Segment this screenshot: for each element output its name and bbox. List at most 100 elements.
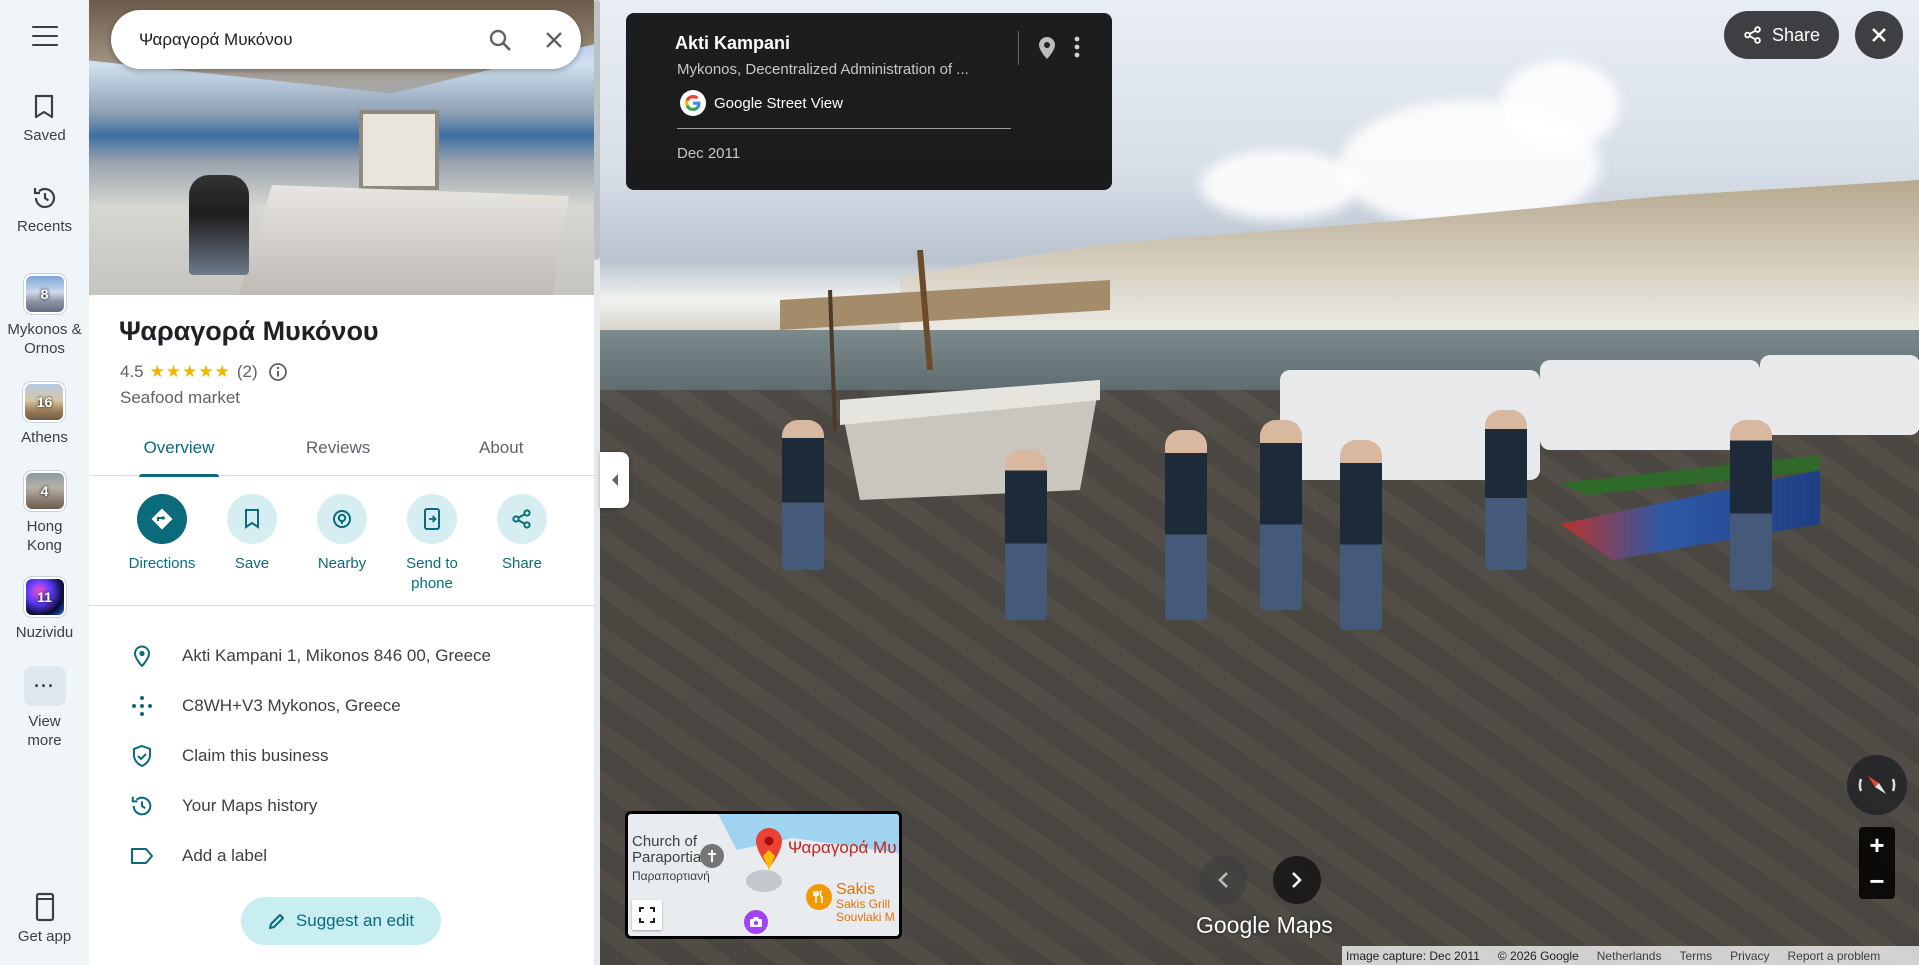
share-label: Share [501, 555, 543, 572]
plus-code-icon [89, 694, 179, 718]
add-label-row[interactable]: Add a label [89, 831, 595, 881]
send-to-phone-button[interactable]: Send to phone [387, 494, 477, 594]
star-rating: ★★★★★ [149, 362, 231, 381]
search-icon[interactable] [473, 13, 527, 67]
compass-icon[interactable] [1847, 755, 1907, 815]
suggest-edit-label: Suggest an edit [295, 911, 415, 930]
location-marker-icon [756, 828, 782, 870]
search-box[interactable]: Ψαραγορά Μυκόνου [111, 10, 581, 69]
directions-button[interactable]: Directions [117, 494, 207, 574]
image-capture-date: Image capture: Dec 2011 [1346, 948, 1480, 963]
place-label: Hong Kong [26, 518, 63, 554]
tab-reviews[interactable]: Reviews [306, 430, 370, 476]
report-problem-link[interactable]: Report a problem [1788, 949, 1881, 963]
close-icon[interactable] [527, 13, 581, 67]
share-icon [512, 509, 531, 529]
google-g-icon [680, 90, 706, 116]
rail-recents[interactable]: Recents [17, 185, 72, 236]
search-input[interactable]: Ψαραγορά Μυκόνου [139, 30, 473, 50]
share-label: Share [1771, 24, 1821, 45]
label-icon [89, 846, 179, 866]
privacy-link[interactable]: Privacy [1730, 949, 1769, 963]
street-view-share-button[interactable]: Share [1724, 11, 1839, 59]
zoom-in-button[interactable]: + [1859, 827, 1895, 863]
place-thumbnail: 16 [23, 382, 66, 422]
zoom-control: + − [1859, 827, 1895, 899]
rail-place-mykonos[interactable]: 8 Mykonos & Ornos [5, 274, 85, 358]
rail-place-nuzividu[interactable]: 11 Nuzividu [15, 577, 74, 642]
verified-shield-icon [89, 744, 179, 768]
rating-value: 4.5 [120, 362, 144, 381]
marker-shadow [746, 870, 782, 892]
add-label-text: Add a label [182, 846, 268, 865]
restaurant-icon[interactable] [806, 884, 832, 910]
maps-history-text: Your Maps history [182, 796, 318, 815]
place-title: Ψαραγορά Μυκόνου [119, 316, 379, 346]
history-icon [89, 794, 179, 818]
maps-history-row[interactable]: Your Maps history [89, 781, 595, 831]
minimap-place-label: Ψαραγορά Μυ [788, 838, 897, 857]
logo-google: Google [1196, 912, 1271, 938]
street-view-date: Dec 2011 [677, 145, 741, 162]
place-label: Mykonos & Ornos [7, 321, 82, 357]
church-icon[interactable] [700, 844, 724, 868]
rail-place-athens[interactable]: 16 Athens [21, 382, 68, 447]
copyright: © 2026 Google [1497, 948, 1579, 963]
country-link[interactable]: Netherlands [1597, 949, 1662, 963]
minimap-church-line1: Church of [632, 833, 698, 850]
chevron-left-icon [1218, 872, 1228, 888]
more-horizontal-icon: ··· [23, 666, 66, 706]
rating-row[interactable]: 4.5 ★★★★★ (2) [120, 362, 288, 382]
info-icon[interactable] [268, 362, 288, 382]
maps-app: Saved Recents 8 Mykonos & Ornos 16 Athen… [0, 0, 1919, 965]
zoom-out-button[interactable]: − [1859, 863, 1895, 899]
place-label: Nuzividu [15, 624, 74, 641]
action-buttons: Directions Save Nearby Send to phone Sha… [89, 494, 595, 606]
collapse-panel-button[interactable] [600, 452, 629, 508]
rail-saved-label: Saved [23, 127, 66, 144]
minimap-church-greek: Παραπορτιανή [632, 869, 710, 883]
address-text: Akti Kampani 1, Mikonos 846 00, Greece [182, 646, 491, 665]
previous-image-button[interactable] [1199, 856, 1247, 904]
street-view-source[interactable]: Google Street View [680, 90, 843, 116]
more-vert-icon[interactable] [1073, 35, 1081, 64]
location-pin-icon [89, 644, 179, 668]
address-row[interactable]: Akti Kampani 1, Mikonos 846 00, Greece [89, 631, 595, 681]
phone-icon [35, 892, 54, 922]
reviews-count[interactable]: (2) [237, 362, 258, 382]
suggest-edit-button[interactable]: Suggest an edit [241, 897, 441, 945]
chevron-left-icon [611, 474, 618, 486]
rail-saved[interactable]: Saved [23, 94, 66, 145]
nearby-label: Nearby [317, 555, 367, 572]
plus-code-row[interactable]: C8WH+V3 Mykonos, Greece [89, 681, 595, 731]
tab-overview[interactable]: Overview [139, 430, 219, 477]
camera-icon[interactable] [744, 910, 768, 934]
place-thumbnail: 8 [23, 274, 66, 314]
minimap[interactable]: Church of Paraportiani Παραπορτιανή Ψαρα… [625, 811, 902, 939]
place-thumbnail: 4 [23, 471, 66, 511]
rail-get-app[interactable]: Get app [0, 892, 89, 945]
close-street-view-button[interactable] [1855, 11, 1903, 59]
street-view-info-card: Akti Kampani Mykonos, Decentralized Admi… [626, 13, 1112, 190]
location-pin-icon[interactable] [1036, 35, 1058, 66]
nearby-button[interactable]: Nearby [297, 494, 387, 574]
rail-place-hong-kong[interactable]: 4 Hong Kong [15, 471, 75, 555]
rail-view-more[interactable]: ··· View more [20, 666, 70, 750]
expand-map-icon[interactable] [632, 900, 662, 930]
claim-business-text: Claim this business [182, 746, 329, 765]
share-icon [1744, 26, 1761, 44]
tab-about[interactable]: About [479, 430, 523, 476]
share-button[interactable]: Share [477, 494, 567, 574]
send-to-phone-label: Send to phone [406, 555, 458, 592]
directions-icon [151, 508, 173, 530]
menu-icon[interactable] [31, 26, 58, 46]
place-category[interactable]: Seafood market [120, 388, 240, 408]
claim-business-row[interactable]: Claim this business [89, 731, 595, 781]
terms-link[interactable]: Terms [1679, 949, 1712, 963]
minimap-sakis: Sakis [836, 881, 876, 898]
directions-label: Directions [128, 555, 196, 572]
save-label: Save [234, 555, 270, 572]
save-button[interactable]: Save [207, 494, 297, 574]
bookmark-icon [245, 509, 259, 529]
next-image-button[interactable] [1273, 856, 1321, 904]
